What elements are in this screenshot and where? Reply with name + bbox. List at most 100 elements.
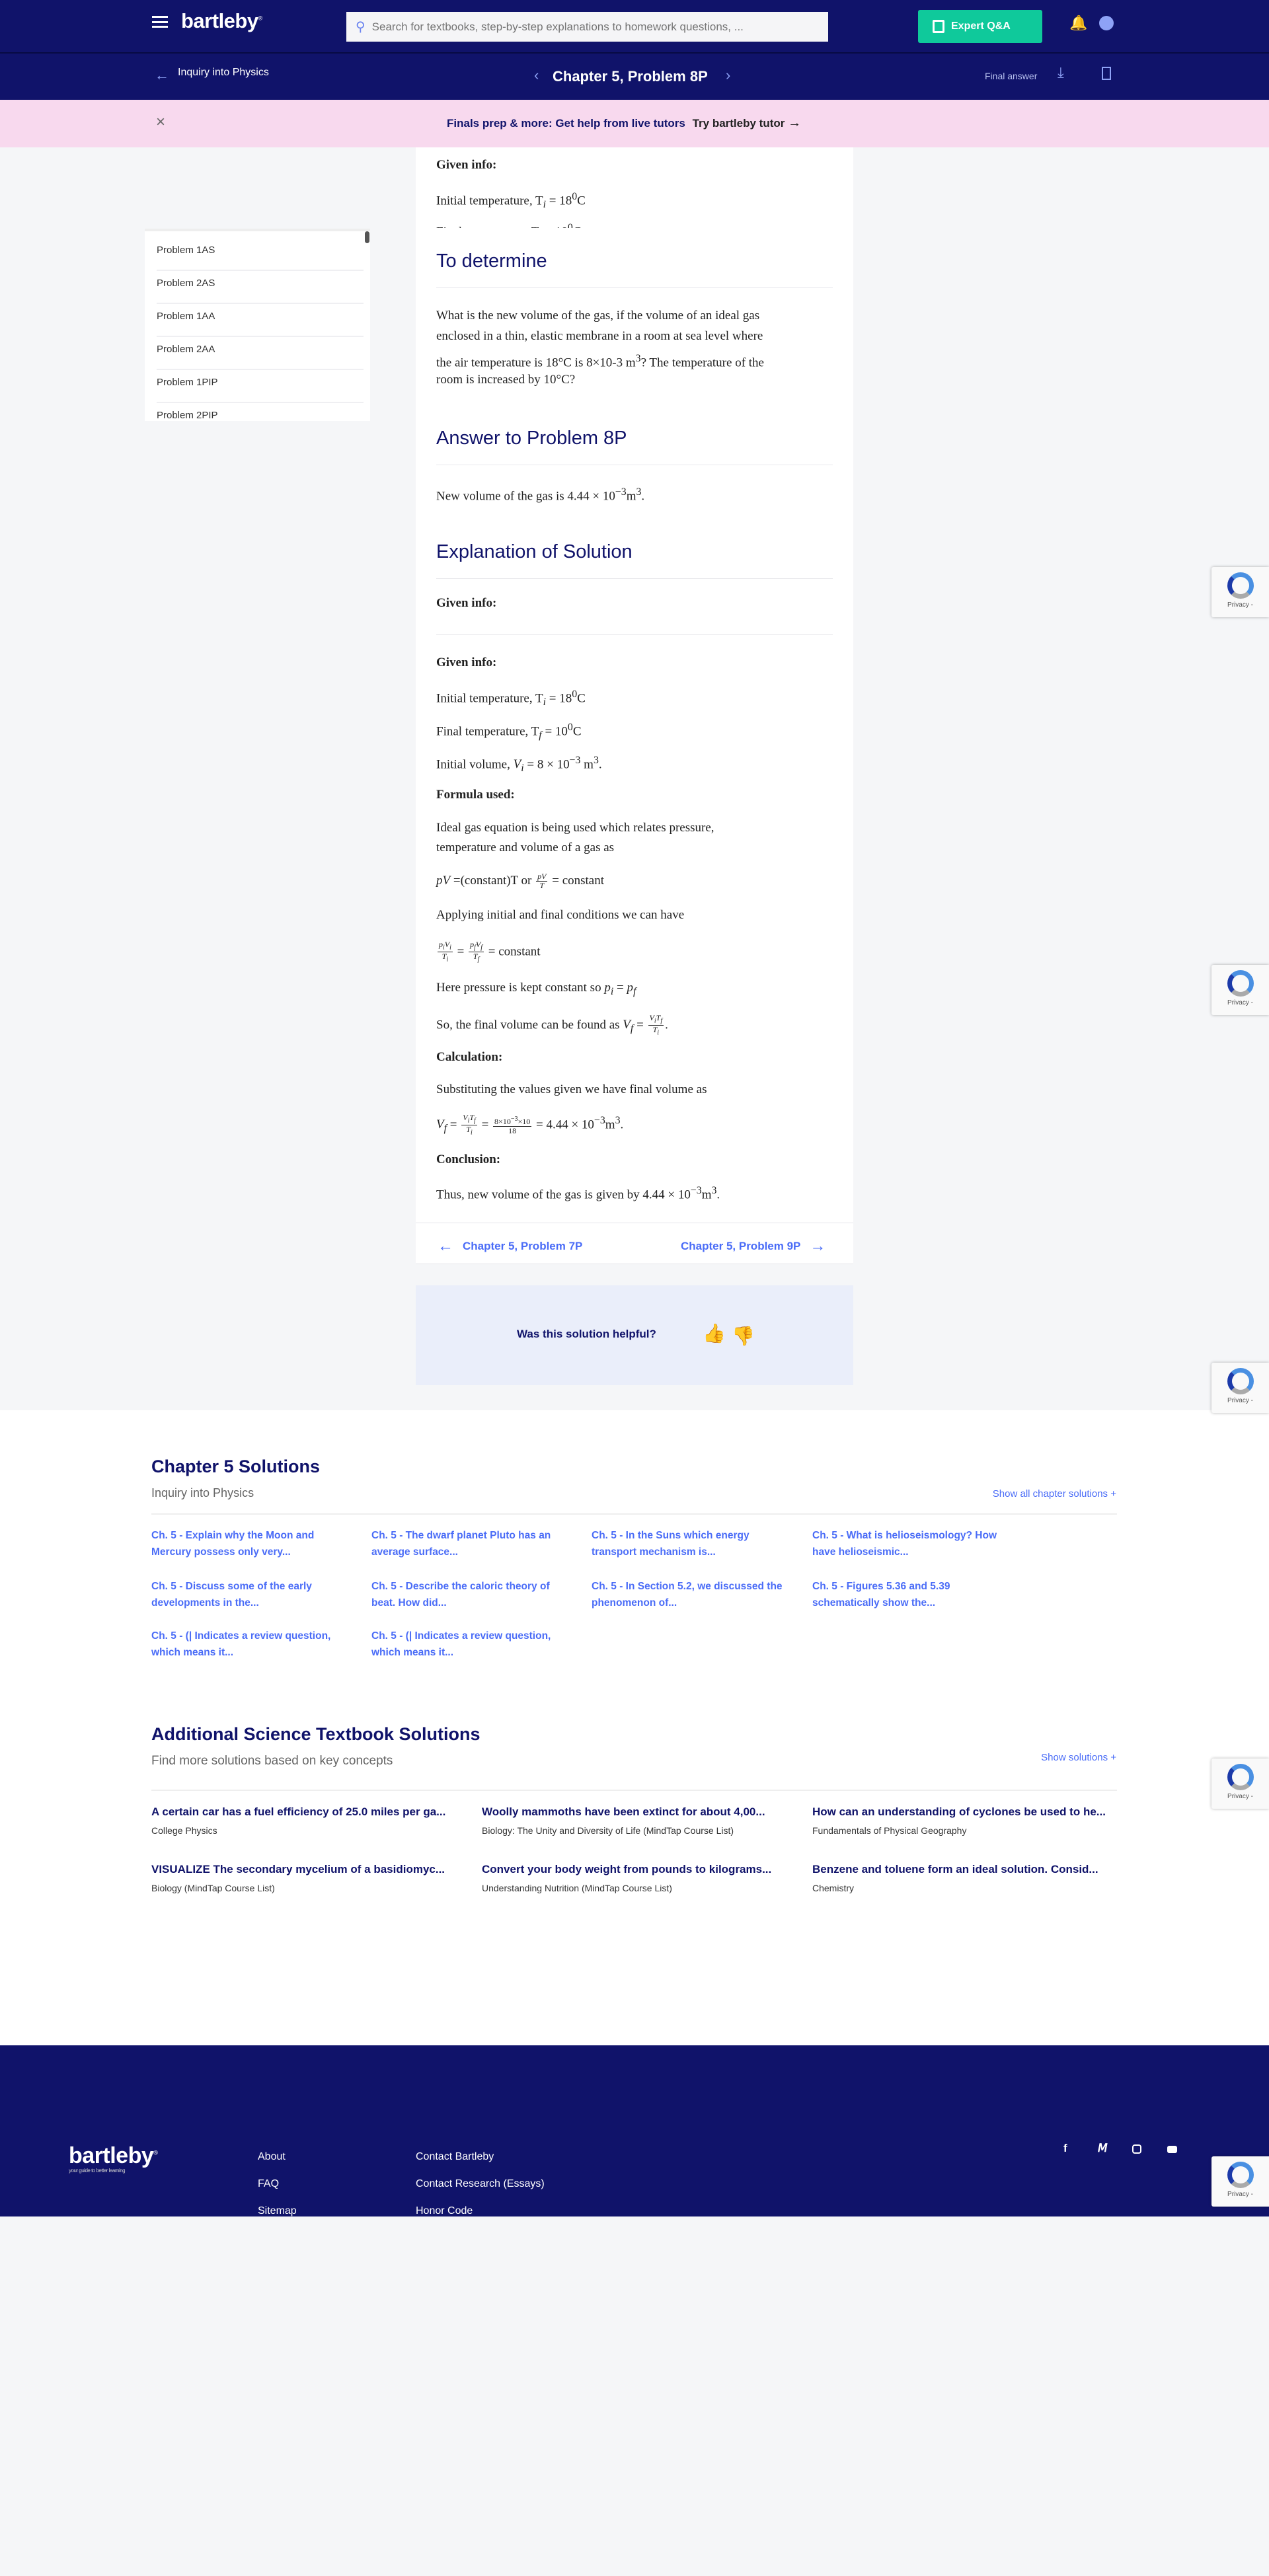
preview-line: Initial temperature, Ti = 180C [436,191,586,211]
footer-link-contact-research[interactable]: Contact Research (Essays) [416,2178,545,2190]
thumbs-up-icon[interactable]: 👍 [703,1322,726,1344]
next-chevron-icon[interactable]: › [726,67,730,84]
bell-icon[interactable]: 🔔 [1069,15,1087,32]
question-text: the air temperature is 18°C is 8×10-3 m3… [436,353,764,370]
chapter-solution-link-text: average surface... [371,1546,458,1558]
recaptcha-badge[interactable]: Privacy - [1211,567,1269,617]
search-input[interactable] [371,20,808,34]
footer-link-sitemap[interactable]: Sitemap [258,2205,297,2216]
user-icon[interactable] [1099,16,1114,30]
final-answer-link[interactable]: Final answer [985,71,1037,81]
chapter-solution-link-text: Ch. 5 - (| Indicates a review question, [151,1630,331,1642]
conditions-equation: piVi Ti = pfVf Tf = constant [438,940,541,964]
chapter-solution-link[interactable]: Ch. 5 - (| Indicates a review question, w… [151,1628,356,1661]
prev-problem-link[interactable]: ← Chapter 5, Problem 7P [438,1237,582,1256]
chapter-solution-link[interactable]: Ch. 5 - Figures 5.36 and 5.39 schematical… [812,1578,1017,1611]
promo-banner: × Finals prep & more: Get help from live… [0,100,1269,147]
footer-link-contact[interactable]: Contact Bartleby [416,2151,494,2163]
chapter-solution-link-text: phenomenon of... [592,1597,677,1609]
chapter-solution-link[interactable]: Ch. 5 - Discuss some of the early develop… [151,1578,356,1611]
twitter-icon[interactable]: 𝘔 [1098,2142,1108,2155]
footer-tagline: your guide to better learning [69,2168,126,2174]
facebook-icon[interactable]: f [1063,2142,1067,2155]
chapter-solution-link-text: schematically show the... [812,1597,936,1609]
bookmark-icon[interactable] [1102,67,1111,80]
next-problem-label: Chapter 5, Problem 9P [681,1240,801,1252]
recaptcha-badge[interactable]: Privacy - [1211,2156,1269,2207]
additional-solution-link[interactable]: Convert your body weight from pounds to … [482,1863,792,1876]
instagram-icon[interactable] [1132,2144,1141,2154]
applying-text: Applying initial and final conditions we… [436,908,685,922]
chapter-solution-link[interactable]: Ch. 5 - In Section 5.2, we discussed the… [592,1578,796,1611]
recaptcha-badge[interactable]: Privacy - [1211,1759,1269,1809]
menu-icon[interactable] [152,16,168,28]
chapter-solution-link-text: Ch. 5 - Discuss some of the early [151,1581,312,1592]
substituting-text: Substituting the values given we have fi… [436,1082,707,1096]
sidebar-item-label: Problem 2PIP [157,410,218,421]
sidebar-item[interactable]: Problem 2PIP [157,403,364,421]
footer-link-faq[interactable]: FAQ [258,2178,279,2190]
logo[interactable]: bartleby® [181,9,262,33]
sidebar-item[interactable]: Problem 1AA [157,304,364,337]
recaptcha-badge[interactable]: Privacy - [1211,1363,1269,1413]
final-temp: Final temperature, Tf = 100C [436,722,582,741]
footer-link-honor-code[interactable]: Honor Code [416,2205,473,2216]
footer-logo-text: bartleby [69,2143,154,2168]
sidebar-item[interactable]: Problem 1PIP [157,370,364,403]
back-to-book-link[interactable]: Inquiry into Physics [178,67,269,79]
question-text: enclosed in a thin, elastic membrane in … [436,329,763,343]
additional-solution-link[interactable]: A certain car has a fuel efficiency of 2… [151,1805,462,1819]
pressure-text: Here pressure is kept constant so pi = p… [436,981,636,997]
show-solutions-link[interactable]: Show solutions + [1041,1752,1116,1763]
additional-solution-book: Chemistry [812,1883,855,1893]
additional-solution-book: Biology: The Unity and Diversity of Life… [482,1825,734,1836]
chapter-solution-link[interactable]: Ch. 5 - What is helioseismology? How have… [812,1527,1017,1560]
chapter-solution-link-text: Ch. 5 - The dwarf planet Pluto has an [371,1530,551,1541]
chapter-solution-link[interactable]: Ch. 5 - (| Indicates a review question, w… [371,1628,576,1661]
recaptcha-privacy: Privacy - [1227,1793,1253,1800]
download-icon[interactable]: ⤓ [1058,64,1064,81]
recaptcha-icon [1227,2162,1254,2188]
recaptcha-icon [1227,1764,1254,1790]
prev-chevron-icon[interactable]: ‹ [534,67,539,84]
formula-heading: Formula used: [436,788,515,802]
thumbs-down-icon[interactable]: 👎 [732,1325,755,1347]
additional-solution-link[interactable]: Benzene and toluene form an ideal soluti… [812,1863,1123,1876]
close-icon[interactable]: × [156,113,165,132]
scrollbar-thumb[interactable] [365,231,369,243]
expert-qa-button[interactable]: Expert Q&A [918,10,1042,43]
footer-link-about[interactable]: About [258,2151,286,2163]
sidebar-item[interactable]: Problem 2AA [157,337,364,370]
additional-solution-book: Biology (MindTap Course List) [151,1883,275,1893]
back-arrow-icon[interactable]: ← [155,67,169,84]
sidebar-item-label: Problem 2AS [157,278,215,289]
chapter-solution-link-text: which means it... [151,1647,234,1658]
additional-solution-book: Fundamentals of Physical Geography [812,1825,967,1836]
chapter-solution-link-text: transport mechanism is... [592,1546,716,1558]
given-info-preview: Given info: Initial temperature, Ti = 18… [416,147,853,228]
formula-text: temperature and volume of a gas as [436,841,615,854]
recaptcha-badge[interactable]: Privacy - [1211,965,1269,1015]
chapter-solution-link[interactable]: Ch. 5 - The dwarf planet Pluto has an ave… [371,1527,576,1560]
conclusion-text: Thus, new volume of the gas is given by … [436,1185,720,1202]
sidebar-item[interactable]: Problem 1AS [157,238,364,271]
chapter-solution-link[interactable]: Ch. 5 - Explain why the Moon and Mercury … [151,1527,356,1560]
next-problem-link[interactable]: Chapter 5, Problem 9P → [681,1237,826,1256]
chapter-solution-link-text: Ch. 5 - What is helioseismology? How [812,1530,997,1541]
feedback-question: Was this solution helpful? [517,1328,656,1340]
recaptcha-privacy: Privacy - [1227,601,1253,609]
try-tutor-link[interactable]: Try bartleby tutor [693,117,785,130]
additional-solution-link[interactable]: Woolly mammoths have been extinct for ab… [482,1805,792,1819]
show-all-chapter-solutions[interactable]: Show all chapter solutions + [993,1488,1116,1499]
additional-solution-link[interactable]: VISUALIZE The secondary mycelium of a ba… [151,1863,462,1876]
solution-card: Given info: Initial temperature, Ti = 18… [416,147,853,1264]
prev-problem-label: Chapter 5, Problem 7P [463,1240,583,1252]
problem-navbar: ← Inquiry into Physics ‹ Chapter 5, Prob… [0,54,1269,100]
footer-logo[interactable]: bartleby® your guide to better learning [69,2143,158,2174]
chapter-solution-link[interactable]: Ch. 5 - Describe the caloric theory of be… [371,1578,576,1611]
youtube-icon[interactable] [1167,2146,1177,2153]
sidebar-item[interactable]: Problem 2AS [157,271,364,304]
chapter-solution-link[interactable]: Ch. 5 - In the Suns which energy transpor… [592,1527,796,1560]
calculation-heading: Calculation: [436,1050,503,1064]
additional-solution-link[interactable]: How can an understanding of cyclones be … [812,1805,1123,1819]
